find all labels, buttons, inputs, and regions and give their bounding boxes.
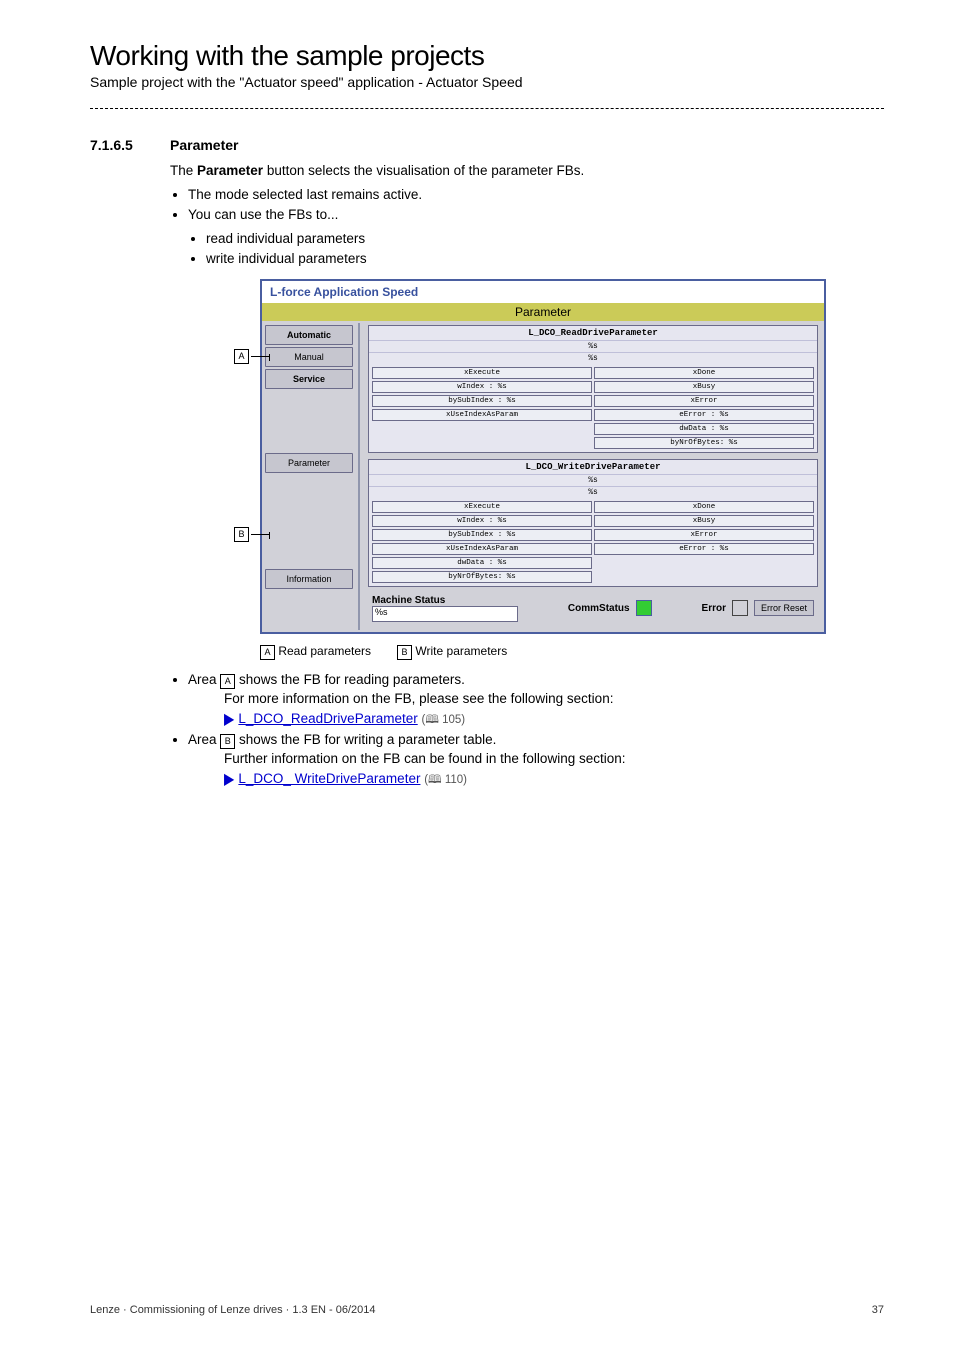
fb-write-sub1: %s bbox=[369, 474, 817, 486]
fb-write-in-xexecute: xExecute bbox=[372, 501, 592, 513]
fb-read-block: L_DCO_ReadDriveParameter %s %s xExecute … bbox=[368, 325, 818, 453]
section-title: Parameter bbox=[170, 137, 239, 153]
link-write-page: 110 bbox=[445, 774, 463, 786]
link-write-pageref: (🕮 110) bbox=[424, 774, 467, 786]
sidebar-parameter-button[interactable]: Parameter bbox=[265, 453, 353, 473]
callout-b: B bbox=[234, 527, 269, 542]
error-reset-button[interactable]: Error Reset bbox=[754, 600, 814, 616]
fb-read-out-xdone: xDone bbox=[594, 367, 814, 379]
sidebar-automatic-button[interactable]: Automatic bbox=[265, 325, 353, 345]
sidebar-separator bbox=[356, 321, 364, 632]
intro-line: The Parameter button selects the visuali… bbox=[170, 161, 884, 181]
machine-status-value: %s bbox=[372, 606, 518, 622]
callout-a: A bbox=[234, 349, 269, 364]
commstatus-label: CommStatus bbox=[568, 603, 630, 614]
fb-read-out-dwdata: dwData : %s bbox=[594, 423, 814, 435]
sidebar-manual-button[interactable]: Manual bbox=[265, 347, 353, 367]
machine-status-label: Machine Status bbox=[372, 595, 518, 606]
view-tab-parameter: Parameter bbox=[262, 303, 824, 321]
link-read-pageref: (🕮 105) bbox=[421, 714, 465, 726]
status-bar: Machine Status %s CommStatus Error Error… bbox=[368, 593, 818, 626]
triangle-icon: ▶ bbox=[224, 767, 234, 790]
fb-write-out-eerror: eError : %s bbox=[594, 543, 814, 555]
fb-read-sub1: %s bbox=[369, 340, 817, 352]
error-led bbox=[732, 600, 748, 616]
sidebar-information-button[interactable]: Information bbox=[265, 569, 353, 589]
separator-dashed bbox=[90, 108, 884, 109]
link-write-parameter[interactable]: L_DCO_ WriteDriveParameter bbox=[238, 771, 420, 786]
legend-b-text: Write parameters bbox=[415, 644, 507, 658]
section-number: 7.1.6.5 bbox=[90, 137, 170, 153]
link-read-parameter[interactable]: L_DCO_ReadDriveParameter bbox=[238, 711, 417, 726]
fb-read-in-xexecute: xExecute bbox=[372, 367, 592, 379]
page-subtitle: Sample project with the "Actuator speed"… bbox=[90, 74, 884, 90]
area-a-line: Area A shows the FB for reading paramete… bbox=[188, 670, 884, 729]
fb-write-in-useindex: xUseIndexAsParam bbox=[372, 543, 592, 555]
legend-a-icon: A bbox=[260, 645, 275, 660]
intro-pre: The bbox=[170, 163, 197, 178]
bullet-mode: The mode selected last remains active. bbox=[188, 185, 884, 205]
fb-write-title: L_DCO_WriteDriveParameter bbox=[369, 460, 817, 474]
app-window: L-force Application Speed Parameter Auto… bbox=[260, 279, 826, 634]
fb-write-sub2: %s bbox=[369, 486, 817, 498]
fb-read-sub2: %s bbox=[369, 352, 817, 364]
area-a-more: For more information on the FB, please s… bbox=[224, 689, 884, 709]
fb-read-in-subindex: bySubIndex : %s bbox=[372, 395, 592, 407]
commstatus-led bbox=[636, 600, 652, 616]
link-read-page: 105 bbox=[442, 714, 461, 726]
fb-write-block: L_DCO_WriteDriveParameter %s %s xExecute… bbox=[368, 459, 818, 587]
fb-read-title: L_DCO_ReadDriveParameter bbox=[369, 326, 817, 340]
fb-write-out-xbusy: xBusy bbox=[594, 515, 814, 527]
page-title: Working with the sample projects bbox=[90, 40, 884, 72]
sidebar-service-button[interactable]: Service bbox=[265, 369, 353, 389]
fb-write-in-subindex: bySubIndex : %s bbox=[372, 529, 592, 541]
footer-page-number: 37 bbox=[872, 1304, 884, 1316]
fb-read-in-useindex: xUseIndexAsParam bbox=[372, 409, 592, 421]
fb-read-out-bytes: byNrOfBytes: %s bbox=[594, 437, 814, 449]
area-b-prefix: Area bbox=[188, 732, 220, 747]
bullet-write: write individual parameters bbox=[206, 249, 884, 269]
error-label: Error bbox=[702, 603, 726, 614]
fb-read-out-xbusy: xBusy bbox=[594, 381, 814, 393]
sidebar: Automatic Manual Service Parameter Infor… bbox=[262, 321, 356, 632]
area-b-text: shows the FB for writing a parameter tab… bbox=[235, 732, 496, 747]
area-b-line: Area B shows the FB for writing a parame… bbox=[188, 730, 884, 789]
legend-b-icon: B bbox=[397, 645, 412, 660]
fb-write-in-bytes: byNrOfBytes: %s bbox=[372, 571, 592, 583]
legend-row: A Read parameters B Write parameters bbox=[260, 644, 884, 660]
fb-write-out-xerror: xError bbox=[594, 529, 814, 541]
legend-a-text: Read parameters bbox=[278, 644, 371, 658]
bullet-use: You can use the FBs to... bbox=[188, 205, 884, 225]
fb-read-out-xerror: xError bbox=[594, 395, 814, 407]
area-b-more: Further information on the FB can be fou… bbox=[224, 749, 884, 769]
area-a-prefix: Area bbox=[188, 672, 220, 687]
callout-a-label: A bbox=[234, 349, 249, 364]
fb-read-in-windex: wIndex : %s bbox=[372, 381, 592, 393]
fb-write-in-dwdata: dwData : %s bbox=[372, 557, 592, 569]
fb-write-out-xdone: xDone bbox=[594, 501, 814, 513]
app-title: L-force Application Speed bbox=[262, 281, 824, 303]
callout-b-label: B bbox=[234, 527, 249, 542]
intro-post: button selects the visualisation of the … bbox=[263, 163, 584, 178]
area-a-icon: A bbox=[220, 674, 235, 689]
area-a-text: shows the FB for reading parameters. bbox=[235, 672, 465, 687]
fb-read-out-eerror: eError : %s bbox=[594, 409, 814, 421]
triangle-icon: ▶ bbox=[224, 707, 234, 730]
area-b-icon: B bbox=[220, 734, 235, 749]
bullet-read: read individual parameters bbox=[206, 229, 884, 249]
fb-write-in-windex: wIndex : %s bbox=[372, 515, 592, 527]
footer-left: Lenze · Commissioning of Lenze drives · … bbox=[90, 1304, 376, 1316]
intro-bold: Parameter bbox=[197, 163, 263, 178]
